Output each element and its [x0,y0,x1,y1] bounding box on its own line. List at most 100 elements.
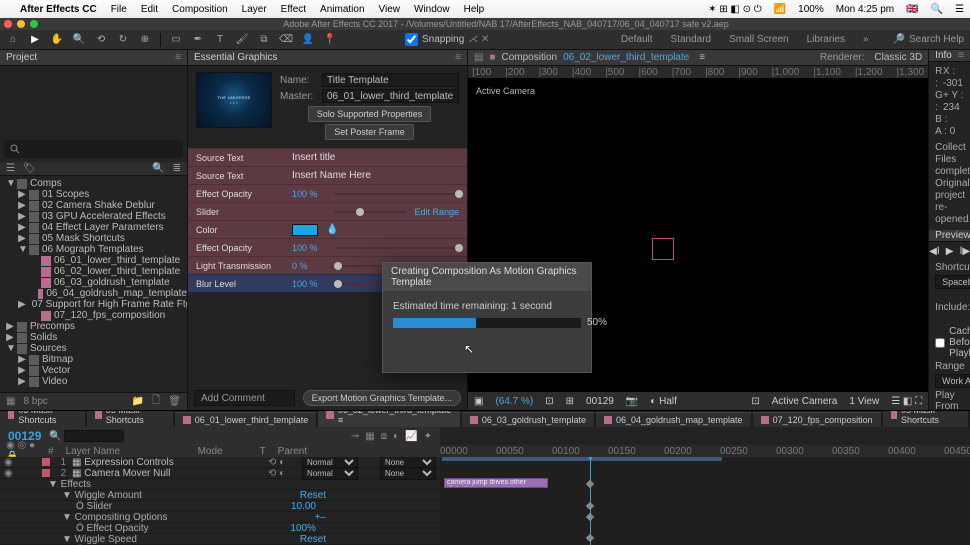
timeline-property[interactable]: Ö Effect Opacity100% [0,523,440,534]
keyframe-icon[interactable] [586,534,594,542]
shortcut-select[interactable]: Spacebar [935,275,970,289]
project-item[interactable]: ▼Sources [0,343,187,354]
project-item[interactable]: 06_03_goldrush_template [0,277,187,288]
range-select[interactable]: Work Area Extended By Curre... [935,374,970,388]
app-menu[interactable]: After Effects CC [20,4,97,15]
menu-edit[interactable]: Edit [141,4,158,15]
brush-tool-icon[interactable]: 🖌 [235,33,249,47]
workspace-default[interactable]: Default [621,34,653,45]
timeline-tab[interactable]: 05 Mask Shortcuts [87,411,172,427]
eg-property[interactable]: Effect Opacity100 % [188,184,467,202]
master-select[interactable]: 06_01_lower_third_template [322,89,459,103]
timeline-tabs[interactable]: 03 Mask Shortcuts05 Mask Shortcuts06_01_… [0,411,970,427]
project-item[interactable]: ▼06 Mograph Templates [0,244,187,255]
menu-animation[interactable]: Animation [320,4,364,15]
workspace-standard[interactable]: Standard [671,34,712,45]
zoom-percent[interactable]: (64.7 %) [495,396,533,407]
wifi-icon[interactable]: 📶 [774,4,786,15]
keyframe-icon[interactable] [586,502,594,510]
new-comp-icon[interactable]: 🗋 [152,393,160,410]
project-item[interactable]: 06_04_goldrush_map_template [0,288,187,299]
tl-graph-icon[interactable]: 📈 [405,431,417,442]
cache-checkbox[interactable] [935,338,945,348]
notif-icon[interactable]: ☰ [955,4,964,15]
project-item[interactable]: ▶Video [0,376,187,387]
timeline-property[interactable]: Ö Slider10.00 [0,501,440,512]
export-template-button[interactable]: Export Motion Graphics Template... [303,390,461,406]
home-icon[interactable]: ⌂ [6,33,20,47]
interpret-icon[interactable]: ▦ [6,396,15,407]
project-item[interactable]: ▶Solids [0,332,187,343]
menu-composition[interactable]: Composition [172,4,228,15]
traffic-lights[interactable] [4,20,38,28]
work-area-bar[interactable] [442,457,722,461]
resolution-select[interactable]: Half [650,396,677,407]
orbit-tool-icon[interactable]: ⟲ [94,33,108,47]
transparency-icon[interactable]: ⊡ [751,396,759,407]
project-item[interactable]: ▶02 Camera Shake Deblur [0,200,187,211]
keyframe-icon[interactable] [586,480,594,488]
play-icon[interactable]: ▶ [946,246,954,257]
roto-tool-icon[interactable]: 👤 [301,33,315,47]
timeline-tab[interactable]: 06_04_goldrush_map_template [596,412,751,427]
workspace-libraries[interactable]: Libraries [807,34,845,45]
spotlight-icon[interactable]: 🔍 [931,4,943,15]
project-item[interactable]: ▶04 Effect Layer Parameters [0,222,187,233]
timeline-property[interactable]: ▼ Wiggle AmountReset [0,490,440,501]
shape-tool-icon[interactable]: ▭ [169,33,183,47]
renderer-value[interactable]: Classic 3D [874,52,922,63]
info-title[interactable]: Info [935,50,952,61]
grid-icon[interactable]: ⊞ [566,396,574,407]
timeline-tab[interactable]: 07_120_fps_composition [753,412,881,427]
project-item[interactable]: ▶03 GPU Accelerated Effects [0,211,187,222]
anchor-tool-icon[interactable]: ⊕ [138,33,152,47]
project-tree[interactable]: ▼Comps▶01 Scopes▶02 Camera Shake Deblur▶… [0,176,187,392]
project-item[interactable]: 06_02_lower_third_template [0,266,187,277]
add-comment-field[interactable]: Add Comment [194,390,295,406]
panel-menu-icon[interactable]: ≡ [958,50,964,61]
flag-icon[interactable]: 🇬🇧 [906,4,918,15]
project-item[interactable]: ▶Precomps [0,321,187,332]
snapshot-icon[interactable]: 📷 [626,396,638,407]
stamp-tool-icon[interactable]: ⧉ [257,33,271,47]
alpha-icon[interactable]: ▣ [474,396,483,407]
menu-file[interactable]: File [111,4,127,15]
views-select[interactable]: 1 View [849,396,879,407]
snap-opts-icon[interactable]: ⋌ ✕ [468,34,489,45]
foot-timecode[interactable]: 00129 [586,396,614,407]
tl-shy-icon[interactable]: ⊸ [351,431,359,442]
eraser-tool-icon[interactable]: ⌫ [279,33,293,47]
preview-title[interactable]: Preview [935,230,970,241]
rotate-tool-icon[interactable]: ↻ [116,33,130,47]
new-folder-icon[interactable]: 📁 [132,396,144,407]
snapping-checkbox[interactable] [405,33,418,46]
project-item[interactable]: 07_120_fps_composition [0,310,187,321]
timeline-tab[interactable]: 06_02_lower_third_template ≡ [318,411,460,427]
menu-layer[interactable]: Layer [242,4,267,15]
menu-effect[interactable]: Effect [281,4,306,15]
timeline-tab[interactable]: 06_03_goldrush_template [462,412,594,427]
tl-brainstorm-icon[interactable]: ✦ [424,431,432,442]
keyframe-icon[interactable] [586,513,594,521]
zoom-tool-icon[interactable]: 🔍 [72,33,86,47]
timeline-search[interactable] [64,430,124,442]
tl-frameblend-icon[interactable]: ⧈ [381,431,387,442]
timeline-tracks[interactable]: camera jump drives other distortions [440,457,970,545]
timeline-property[interactable]: ▼ Effects [0,479,440,490]
timeline-tab[interactable]: 03 Mask Shortcuts [0,411,85,427]
tl-moblur-icon[interactable]: ◐ [393,431,399,442]
project-item[interactable]: ▶01 Scopes [0,189,187,200]
tl-draft3d-icon[interactable]: ▦ [365,431,374,442]
project-item[interactable]: ▶Bitmap [0,354,187,365]
solo-button[interactable]: Solo Supported Properties [308,106,432,122]
text-tool-icon[interactable]: T [213,33,227,47]
timeline-ruler[interactable]: 0000000050001000015000200002500030000350… [440,445,970,457]
workspace-smallscreen[interactable]: Small Screen [729,34,788,45]
project-item[interactable]: ▶05 Mask Shortcuts [0,233,187,244]
workspace-more-icon[interactable]: » [863,34,869,45]
rgn-icon[interactable]: ⊡ [545,396,553,407]
selection-tool-icon[interactable]: ▶ [28,33,42,47]
timeline-property[interactable]: ▼ Wiggle SpeedReset [0,534,440,545]
project-item[interactable]: ▼Comps [0,178,187,189]
project-list-icon[interactable]: ☰ [6,163,15,174]
